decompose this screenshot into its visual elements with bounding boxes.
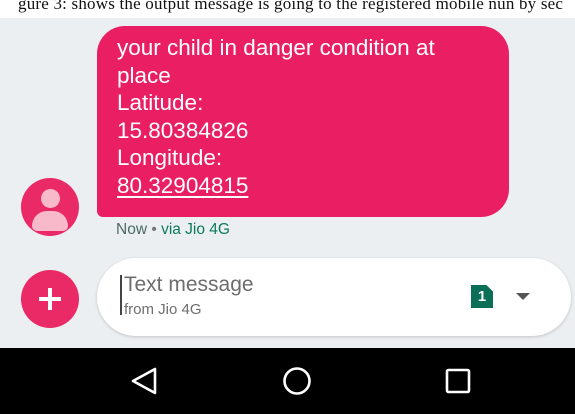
add-attachment-button[interactable] <box>21 270 79 328</box>
compose-field[interactable]: Text message from Jio 4G 1 <box>97 258 571 336</box>
compose-sim-subtitle: from Jio 4G <box>124 301 202 318</box>
person-icon-head <box>41 189 60 208</box>
navigation-bar <box>0 348 575 414</box>
message-line: Longitude: <box>117 145 223 170</box>
recents-square-icon[interactable] <box>442 365 474 397</box>
compose-placeholder: Text message <box>124 273 254 296</box>
back-triangle-icon[interactable] <box>128 365 160 397</box>
message-line: place <box>117 62 171 88</box>
incoming-message-bubble[interactable]: your child in danger condition at place … <box>97 26 509 217</box>
status-separator: • <box>147 221 162 238</box>
caption-text: gure 3: shows the output message is goin… <box>18 0 564 13</box>
sim-card-icon[interactable]: 1 <box>471 285 493 308</box>
home-circle-icon[interactable] <box>281 365 313 397</box>
text-cursor <box>120 275 122 315</box>
contact-avatar[interactable] <box>21 178 79 236</box>
message-line: Latitude: <box>117 90 204 115</box>
message-line: 15.80384826 <box>117 117 249 143</box>
plus-icon-vertical <box>48 288 52 310</box>
chevron-down-icon[interactable] <box>516 293 530 300</box>
message-status: Now • via Jio 4G <box>116 221 230 239</box>
message-timestamp: Now <box>116 221 148 238</box>
message-phone-link[interactable]: 80.32904815 <box>117 172 489 200</box>
conversation-area: your child in danger condition at place … <box>0 18 575 348</box>
person-icon-body <box>32 211 68 231</box>
message-carrier: via Jio 4G <box>161 221 230 238</box>
message-line: your child in danger condition at <box>117 35 435 60</box>
